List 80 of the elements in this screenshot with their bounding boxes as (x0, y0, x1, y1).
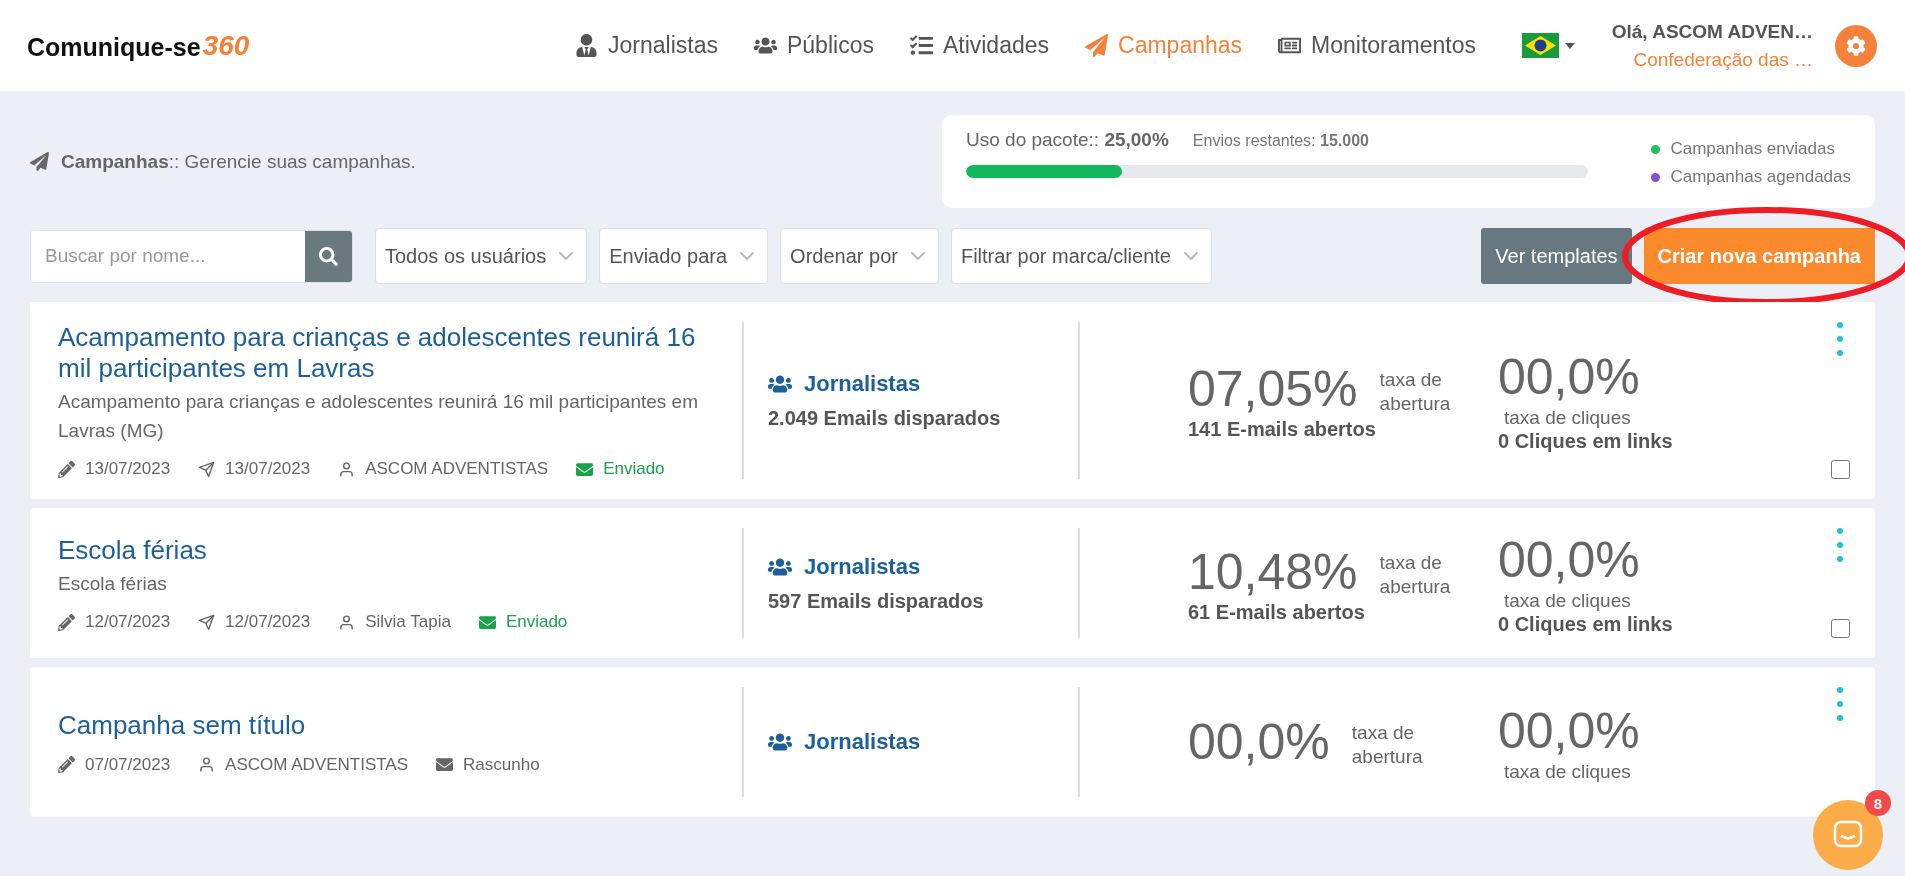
checklist-icon (909, 34, 933, 57)
emails-sent: 2.049 Emails disparados (768, 407, 1002, 431)
legend-label: Campanhas enviadas (1670, 139, 1835, 159)
campaign-title[interactable]: Acampamento para crianças e adolescentes reunirá 16 mil participantes em Lavras (58, 322, 712, 385)
nav-link[interactable]: Jornalistas (575, 32, 718, 59)
click-rate-label: taxa de cliques (1504, 406, 1632, 431)
campaign-subtitle: Acampamento para crianças e adolescentes reunirá 16 mil participantes em Lavras (MG) (58, 390, 699, 443)
click-rate: 00,0% (1498, 348, 1641, 407)
chat-icon (1833, 820, 1863, 850)
search-icon (319, 246, 338, 266)
envelope-icon (576, 460, 594, 478)
usage-label: Uso do pacote:: 25,00% (966, 129, 1169, 150)
legend-label: Campanhas agendadas (1670, 167, 1851, 187)
click-rate: 00,0% (1498, 701, 1641, 760)
search-button[interactable] (305, 230, 352, 282)
templates-button[interactable]: Ver templates (1481, 228, 1632, 284)
audience-link[interactable]: Jornalistas (768, 729, 1078, 756)
meta-item: ASCOM ADVENTISTAS (338, 459, 549, 480)
search-field[interactable]: Buscar por nome... (30, 229, 353, 283)
logo[interactable]: Comunique-se360 (27, 29, 250, 62)
pencil-icon (58, 460, 75, 478)
paper-plane-icon (198, 613, 216, 631)
meta-item: ASCOM ADVENTISTAS (198, 754, 409, 775)
flag-icon[interactable] (1522, 33, 1559, 58)
pencil-icon (58, 756, 75, 774)
open-rate-label: taxa de abertura (1379, 550, 1452, 599)
user-icon (338, 460, 356, 478)
open-rate-label: taxa de abertura (1351, 721, 1424, 769)
campaign-subtitle: Escola férias (58, 571, 168, 596)
status-label: Enviado (478, 612, 568, 633)
caret-icon[interactable] (1565, 41, 1575, 50)
audience-link[interactable]: Jornalistas (768, 371, 1078, 398)
clicks-count: 0 Cliques em links (1498, 430, 1674, 454)
meta-item: 13/07/2023 (198, 459, 311, 480)
filter-dropdown[interactable]: Enviado para (599, 228, 769, 284)
envelope-icon (436, 756, 454, 774)
settings-button[interactable] (1835, 24, 1877, 67)
envelope-icon (478, 613, 496, 631)
meta-item: 13/07/2023 (58, 459, 171, 480)
meta-item: 07/07/2023 (58, 754, 171, 775)
clicks-count: 0 Cliques em links (1498, 612, 1674, 636)
nav-link[interactable]: Atividades (909, 32, 1050, 59)
user-icon (198, 756, 216, 774)
paper-plane-icon (30, 152, 49, 171)
meta-item: Silvia Tapia (338, 612, 451, 633)
opens-count: 141 E-mails abertos (1188, 418, 1377, 442)
opens-count: 61 E-mails abertos (1188, 600, 1366, 624)
click-rate: 00,0% (1498, 531, 1641, 589)
open-rate-label: taxa de abertura (1379, 368, 1452, 416)
filter-dropdown[interactable]: Filtrar por marca/cliente (950, 228, 1212, 284)
meta-item: 12/07/2023 (58, 612, 171, 633)
audience-link[interactable]: Jornalistas (768, 553, 1078, 580)
pencil-icon (58, 613, 75, 631)
nav-link[interactable]: Monitoramentos (1278, 32, 1476, 59)
user-greeting[interactable]: Olá, ASCOM ADVEN… (1611, 20, 1813, 43)
status-label: Enviado (576, 459, 665, 480)
user-icon (338, 613, 356, 631)
open-rate: 07,05% (1188, 360, 1358, 419)
meta-item: 12/07/2023 (198, 612, 311, 633)
click-rate-label: taxa de cliques (1504, 589, 1632, 613)
notification-badge: 8 (1865, 790, 1891, 816)
status-label: Rascunho (436, 754, 540, 775)
gear-icon (1846, 35, 1866, 56)
open-rate: 00,0% (1188, 713, 1330, 772)
campaign-title[interactable]: Campanha sem título (58, 709, 712, 741)
campaign-title[interactable]: Escola férias (58, 534, 712, 566)
emails-sent: 597 Emails disparados (768, 589, 985, 613)
select-checkbox[interactable] (1830, 619, 1850, 639)
users-icon (754, 34, 777, 57)
open-rate: 10,48% (1188, 542, 1358, 601)
remaining-sends: Envios restantes: 15.000 (1192, 132, 1369, 149)
filter-dropdown[interactable]: Ordenar por (780, 228, 939, 284)
nav-link[interactable]: Públicos (754, 32, 874, 59)
paper-plane-icon (198, 460, 216, 478)
page-title: Campanhas:: Gerencie suas campanhas. (61, 150, 416, 173)
person-icon (575, 34, 599, 57)
paper-plane-icon (1085, 34, 1109, 57)
click-rate-label: taxa de cliques (1504, 759, 1632, 784)
filter-dropdown[interactable]: Todos os usuários (375, 228, 588, 284)
select-checkbox[interactable] (1830, 460, 1850, 480)
